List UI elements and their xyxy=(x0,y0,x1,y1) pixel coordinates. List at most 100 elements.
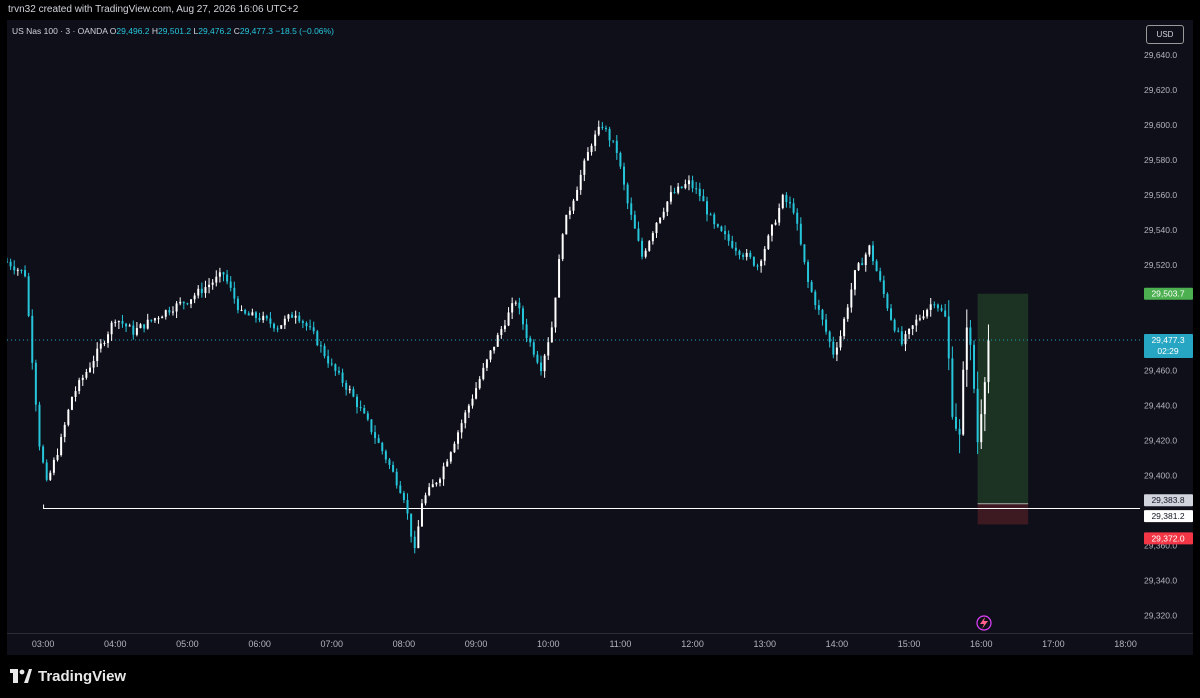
candle-body xyxy=(496,335,499,347)
candle-body xyxy=(778,208,781,223)
candle-body xyxy=(875,261,878,272)
candle-body xyxy=(835,347,838,355)
candle-body xyxy=(518,302,521,309)
candle-body xyxy=(951,358,954,417)
candle-body xyxy=(781,194,784,209)
candle-body xyxy=(312,327,315,332)
symbol-label: US Nas 100 · 3 · OANDA xyxy=(12,26,108,36)
candle-body xyxy=(648,241,651,251)
candle-body xyxy=(236,298,239,311)
candle-body xyxy=(745,252,748,257)
candle-body xyxy=(695,188,698,190)
price-tick-label: 29,620.0 xyxy=(1144,85,1177,95)
candle-body xyxy=(864,254,867,266)
candle-body xyxy=(251,312,254,316)
candle-body xyxy=(969,327,972,345)
candle-body xyxy=(503,325,506,330)
candle-body xyxy=(179,301,182,304)
candle-body xyxy=(42,446,45,463)
candle-body xyxy=(265,315,268,319)
currency-button[interactable]: USD xyxy=(1146,25,1184,44)
candle-body xyxy=(38,404,41,447)
entry-price-badge: 29,383.8 xyxy=(1151,495,1184,505)
candle-body xyxy=(936,304,939,309)
candle-body xyxy=(915,319,918,326)
change-value: −18.5 (−0.06%) xyxy=(275,26,334,36)
lightning-icon xyxy=(976,615,992,631)
candle-body xyxy=(763,248,766,261)
candle-body xyxy=(197,288,200,296)
candle-body xyxy=(67,409,70,425)
level-price-badge: 29,381.2 xyxy=(1151,511,1184,521)
time-tick-label: 05:00 xyxy=(176,639,199,649)
candle-body xyxy=(399,485,402,494)
candle-body xyxy=(799,223,802,245)
candle-body xyxy=(125,323,128,327)
candle-body xyxy=(727,234,730,241)
chart-pane[interactable]: 29,640.0 29,620.0 29,600.0 29,580.0 29,560.0… xyxy=(7,20,1193,655)
candle-body xyxy=(359,407,362,409)
candle-body xyxy=(464,412,467,424)
candle-body xyxy=(540,362,543,372)
candle-body xyxy=(233,287,236,299)
candle-body xyxy=(586,152,589,161)
candle-body xyxy=(478,379,481,389)
candle-body xyxy=(395,471,398,486)
candlestick-chart[interactable]: 29,640.0 29,620.0 29,600.0 29,580.0 29,560.0… xyxy=(7,20,1193,655)
candle-body xyxy=(774,222,777,225)
time-tick-label: 10:00 xyxy=(537,639,560,649)
candle-body xyxy=(933,304,936,306)
candle-body xyxy=(85,371,88,378)
candle-body xyxy=(164,310,167,317)
candle-body xyxy=(446,461,449,467)
candle-body xyxy=(78,380,81,392)
price-tick-label: 29,640.0 xyxy=(1144,50,1177,60)
time-tick-label: 08:00 xyxy=(393,639,416,649)
candle-body xyxy=(561,234,564,260)
last-price-badge-countdown: 02:29 xyxy=(1157,346,1179,356)
price-tick-label: 29,420.0 xyxy=(1144,435,1177,445)
candle-body xyxy=(485,359,488,368)
candle-body xyxy=(752,257,755,266)
time-tick-label: 13:00 xyxy=(753,639,776,649)
candle-body xyxy=(9,261,12,267)
tradingview-brand[interactable]: TradingView xyxy=(10,666,126,686)
candle-body xyxy=(52,459,55,473)
candle-body xyxy=(374,432,377,439)
candle-body xyxy=(687,180,690,185)
time-axis: 03:00 04:00 05:00 06:00 07:00 08:00 09:00 10:00… xyxy=(32,639,1137,649)
candle-body xyxy=(254,312,257,319)
candle-body xyxy=(107,334,110,343)
time-tick-label: 11:00 xyxy=(609,639,631,649)
candle-body xyxy=(309,326,312,328)
candle-body xyxy=(590,145,593,153)
candle-body xyxy=(283,318,286,326)
candle-body xyxy=(428,487,431,496)
candle-body xyxy=(182,301,185,304)
candle-body xyxy=(204,287,207,294)
candle-body xyxy=(677,186,680,193)
candle-body xyxy=(940,308,943,311)
candle-body xyxy=(244,309,247,314)
candle-body xyxy=(417,526,420,549)
candle-body xyxy=(929,304,932,310)
candle-body xyxy=(200,288,203,294)
candle-body xyxy=(788,202,791,204)
candle-body xyxy=(337,370,340,373)
ohlc-legend: US Nas 100 · 3 · OANDA O29,496.2 H29,501… xyxy=(12,26,334,36)
price-tick-label: 29,540.0 xyxy=(1144,225,1177,235)
candle-body xyxy=(568,210,571,215)
candle-body xyxy=(453,443,456,453)
candle-body xyxy=(280,325,283,329)
candle-body xyxy=(460,423,463,433)
candle-body xyxy=(139,324,142,329)
candle-body xyxy=(388,459,391,465)
candle-body xyxy=(550,327,553,343)
candle-body xyxy=(457,432,460,444)
price-tick-label: 29,340.0 xyxy=(1144,575,1177,585)
candle-body xyxy=(558,259,561,298)
candle-body xyxy=(926,309,929,317)
candle-body xyxy=(604,127,607,130)
candle-body xyxy=(92,361,95,368)
candle-body xyxy=(796,212,799,224)
